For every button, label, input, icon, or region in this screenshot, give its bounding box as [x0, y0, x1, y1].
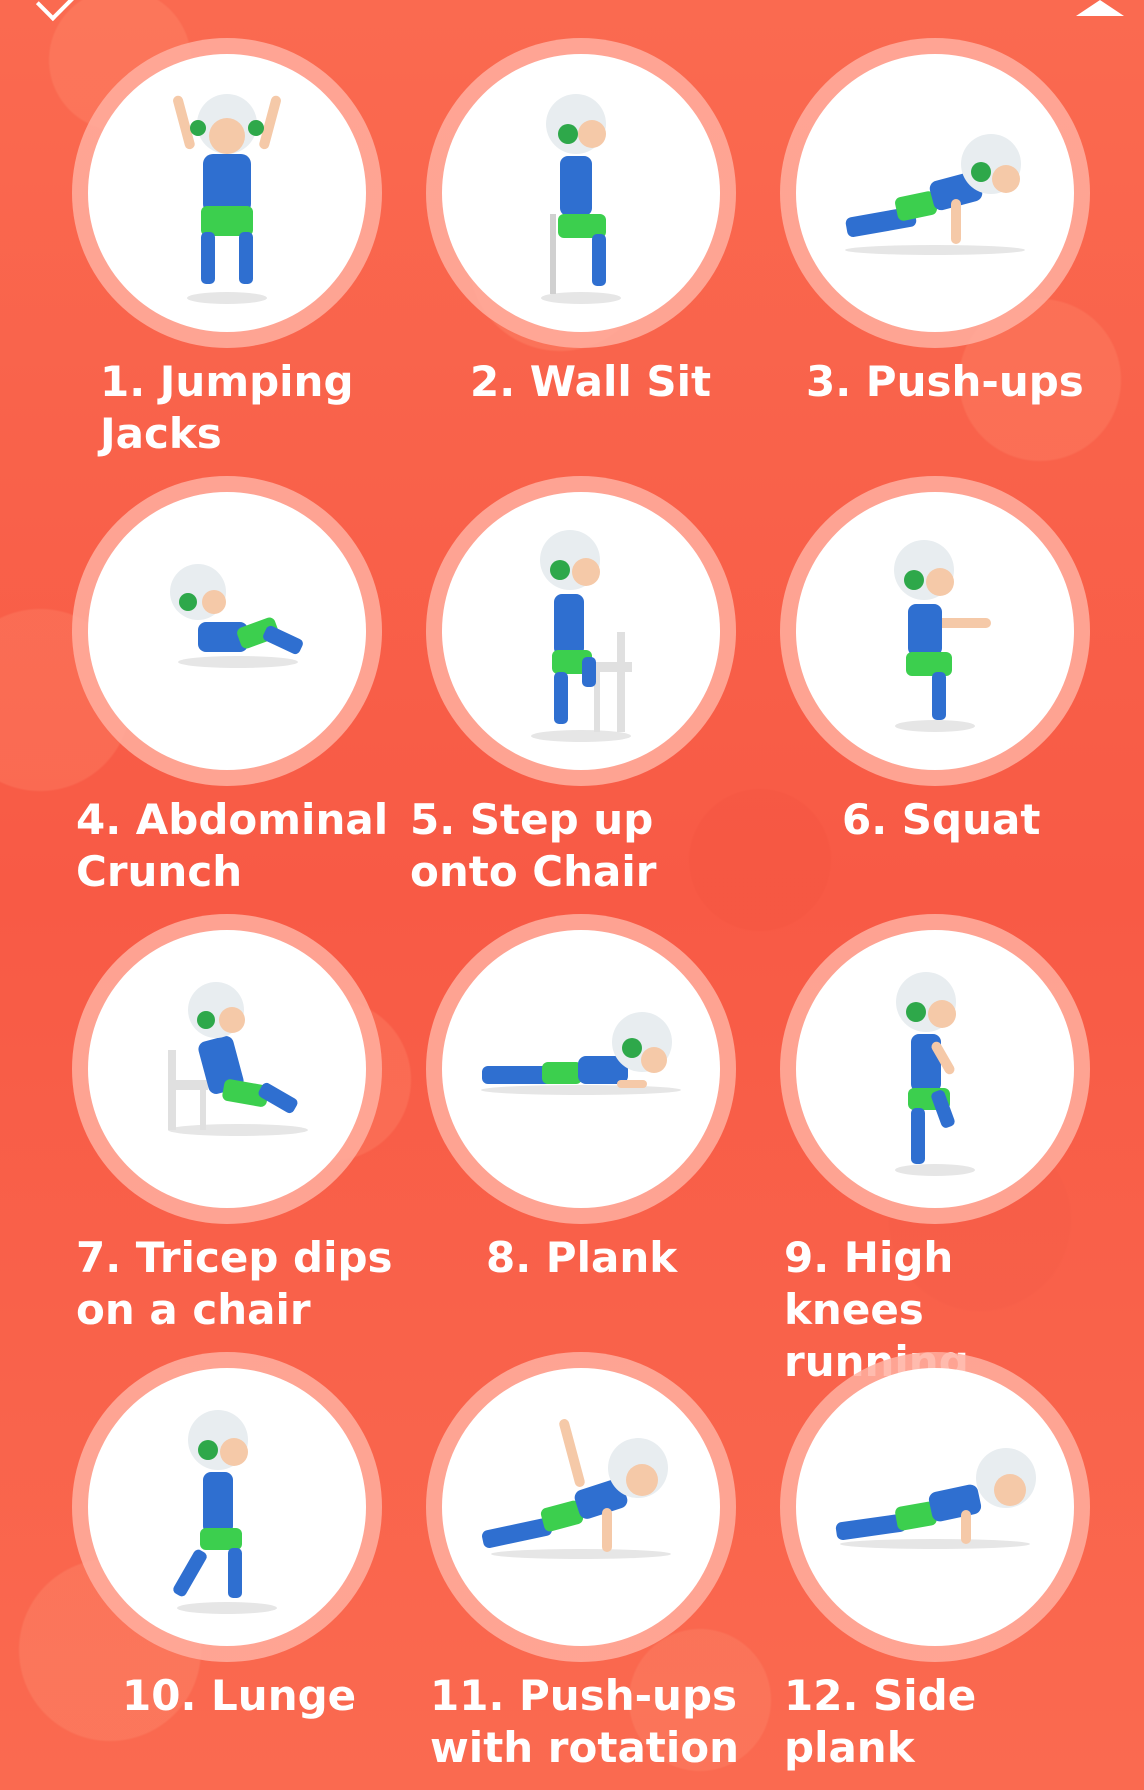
- push-up-rotation-figure-icon: [482, 1419, 671, 1559]
- high-knees-figure-icon: [895, 972, 975, 1176]
- exercise-label-1: 1. Jumping Jacks: [100, 357, 354, 458]
- exercise-label-3: 3. Push-ups: [806, 357, 1084, 406]
- wall-sit-figure-icon: [541, 94, 621, 304]
- exercise-label-12: 12. Side plank: [784, 1671, 977, 1772]
- side-plank-figure-icon: [835, 1448, 1036, 1549]
- push-ups-figure-icon: [845, 134, 1025, 255]
- step-up-figure-icon: [531, 530, 632, 742]
- abdominal-crunch-figure-icon: [170, 564, 303, 668]
- exercise-grid: 1. Jumping Jacks 2. Wall Sit 3. Push-ups…: [0, 0, 1144, 1790]
- jumping-jacks-figure-icon: [173, 94, 281, 304]
- tricep-dips-figure-icon: [168, 982, 308, 1136]
- plank-figure-icon: [481, 1012, 681, 1095]
- squat-figure-icon: [894, 540, 991, 732]
- exercise-label-2: 2. Wall Sit: [470, 357, 712, 406]
- exercise-label-6: 6. Squat: [842, 795, 1041, 844]
- lunge-figure-icon: [173, 1410, 277, 1614]
- exercise-label-10: 10. Lunge: [122, 1671, 357, 1720]
- exercise-label-5: 5. Step up onto Chair: [410, 795, 657, 896]
- exercise-label-11: 11. Push-ups with rotation: [430, 1671, 740, 1772]
- exercise-label-4: 4. Abdominal Crunch: [76, 795, 389, 896]
- exercise-label-8: 8. Plank: [486, 1233, 678, 1282]
- exercise-label-7: 7. Tricep dips on a chair: [76, 1233, 393, 1334]
